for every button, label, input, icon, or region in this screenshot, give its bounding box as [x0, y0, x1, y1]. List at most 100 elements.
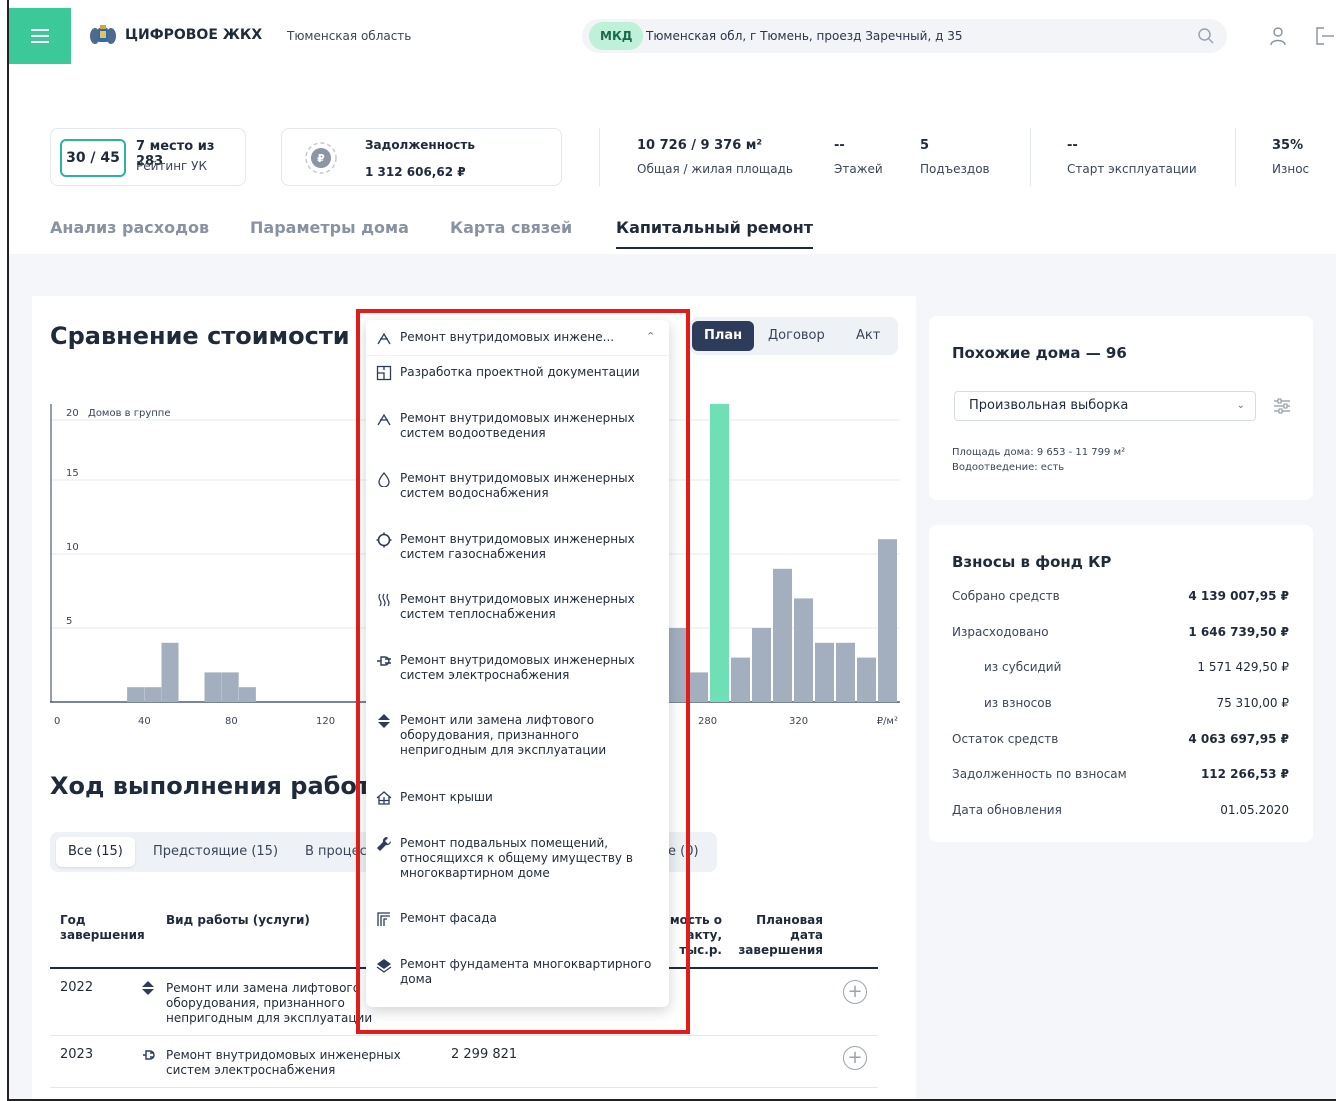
stat-entrances-value: 5 [920, 138, 930, 153]
mode-act[interactable]: Акт [844, 321, 892, 351]
histogram-bar[interactable] [204, 672, 222, 702]
debt-card[interactable]: ₽ Задолженность 1 312 606,62 ₽ [281, 128, 562, 186]
expand-row-button[interactable]: + [843, 1046, 867, 1070]
tab-house-parameters[interactable]: Параметры дома [250, 218, 409, 237]
histogram-bar[interactable] [773, 568, 792, 702]
stat-floors: -- Этажей [834, 138, 883, 176]
tab-expense-analysis[interactable]: Анализ расходов [50, 218, 209, 237]
work-type-selected: Ремонт внутридомовых инжене... [400, 330, 615, 344]
water-drop-icon [378, 471, 390, 487]
histogram-bar[interactable] [878, 539, 897, 702]
foundation-layers-icon [376, 959, 392, 973]
cost-mode-switch: План Договор Акт [690, 317, 898, 355]
debt-title: Задолженность [365, 138, 475, 152]
menu-button[interactable] [9, 8, 71, 64]
logout-icon[interactable] [1314, 26, 1336, 46]
histogram-bar[interactable] [752, 628, 771, 702]
stat-start: -- Старт эксплуатации [1067, 138, 1197, 176]
mode-plan[interactable]: План [692, 321, 755, 351]
chart-ytick-label: 20 [66, 408, 79, 419]
fund-balance-value: 4 063 697,95 ₽ [1188, 732, 1289, 746]
dd-option-electricity[interactable]: Ремонт внутридомовых инженерных систем э… [366, 653, 669, 685]
brand-name[interactable]: ЦИФРОВОЕ ЖКХ [125, 27, 262, 43]
table-row-line [50, 1035, 878, 1036]
fund-subsidies-value: 1 571 429,50 ₽ [1197, 660, 1289, 674]
search-icon[interactable] [1197, 27, 1215, 45]
row-cost: 2 299 821 [451, 1047, 518, 1062]
dd-option-facade[interactable]: Ремонт фасада [366, 911, 669, 931]
user-icon[interactable] [1269, 26, 1287, 46]
expand-row-button[interactable]: + [843, 980, 867, 1004]
histogram-bar[interactable] [144, 687, 162, 702]
address-search[interactable]: МКД Тюменская обл, г Тюмень, проезд Заре… [582, 19, 1227, 53]
dd-option-project-docs[interactable]: Разработка проектной документации [366, 365, 669, 385]
histogram-bar[interactable] [731, 657, 750, 702]
dd-option-basement[interactable]: Ремонт подвальных помещений, относящихся… [366, 836, 669, 884]
histogram-bar[interactable] [815, 642, 834, 702]
histogram-bar[interactable] [161, 642, 179, 702]
chart-xtick-label: 0 [54, 716, 60, 727]
dd-option-heat-supply[interactable]: Ремонт внутридомовых инженерных систем т… [366, 592, 669, 624]
filter-settings-icon[interactable] [1273, 398, 1291, 414]
fund-spent-label: Израсходовано [952, 625, 1049, 639]
dd-option-water-supply[interactable]: Ремонт внутридомовых инженерных систем в… [366, 471, 669, 503]
col-planned-date[interactable]: Плановая дата завершения [733, 913, 823, 958]
facade-icon [377, 912, 390, 926]
sample-select[interactable]: Произвольная выборка ⌄ [954, 391, 1256, 421]
col-cost-act[interactable]: имость о акту, тыс.р. [660, 913, 722, 958]
work-type-select[interactable]: Ремонт внутридомовых инжене... ⌃ [366, 320, 669, 356]
col-year[interactable]: Год завершения [60, 913, 150, 943]
progress-title: Ход выполнения работ [50, 772, 371, 800]
work-type-dropdown: Ремонт внутридомовых инжене... ⌃ Разрабо… [366, 320, 669, 1007]
mode-contract[interactable]: Договор [756, 321, 837, 351]
filter-upcoming[interactable]: Предстоящие (15) [141, 837, 290, 867]
dd-option-label: Ремонт или замена лифтового оборудования… [400, 713, 607, 757]
chart-ylabel: Домов в группе [88, 408, 171, 419]
dd-option-roof[interactable]: Ремонт крыши [366, 790, 669, 810]
fund-collected-label: Собрано средств [952, 589, 1060, 603]
stat-wear-value: 35% [1272, 138, 1304, 153]
stat-wear: 35% Износ [1272, 138, 1309, 176]
fund-updated-label: Дата обновления [952, 803, 1062, 817]
tab-capital-repair[interactable]: Капитальный ремонт [616, 218, 814, 249]
filter-all[interactable]: Все (15) [56, 837, 135, 867]
rating-card[interactable]: 30 / 45 7 место из 283 Рейтинг УК [50, 128, 246, 186]
row-work: Ремонт внутридомовых инженерных систем э… [166, 1048, 401, 1077]
roof-house-icon [376, 791, 392, 805]
drainage-icon [377, 413, 391, 426]
stats-divider [599, 128, 600, 186]
histogram-bar[interactable] [689, 672, 708, 702]
histogram-bar[interactable] [668, 628, 687, 702]
stat-entrances-label: Подъездов [920, 162, 990, 176]
region-label[interactable]: Тюменская область [287, 29, 411, 43]
coat-of-arms-icon [90, 25, 116, 44]
dd-option-label: Ремонт внутридомовых инженерных систем в… [400, 411, 635, 440]
row-year: 2022 [60, 980, 94, 995]
col-work[interactable]: Вид работы (услуги) [166, 913, 310, 928]
dd-option-elevator[interactable]: Ремонт или замена лифтового оборудования… [366, 713, 669, 761]
wrench-icon [377, 836, 392, 851]
tab-relations-map[interactable]: Карта связей [450, 218, 572, 237]
row-year: 2023 [60, 1047, 94, 1062]
debt-value: 1 312 606,62 ₽ [365, 165, 466, 179]
histogram-bar[interactable] [794, 598, 813, 702]
address-text: Тюменская обл, г Тюмень, проезд Заречный… [646, 29, 963, 43]
svg-text:₽: ₽ [317, 152, 325, 165]
dd-option-drainage[interactable]: Ремонт внутридомовых инженерных систем в… [366, 411, 669, 443]
histogram-bar[interactable] [127, 687, 145, 702]
rating-score: 30 / 45 [60, 139, 126, 177]
heat-waves-icon [378, 593, 390, 607]
chevron-down-icon: ⌄ [1236, 400, 1245, 411]
histogram-bar[interactable] [221, 672, 239, 702]
elevator-icon [142, 981, 154, 995]
electric-plug-icon [377, 656, 391, 666]
stat-start-value: -- [1067, 138, 1078, 153]
histogram-bar-current[interactable] [710, 404, 729, 702]
chart-xtick-label: 320 [789, 716, 808, 727]
dd-option-foundation[interactable]: Ремонт фундамента многоквартирного дома [366, 957, 669, 989]
histogram-bar[interactable] [238, 687, 256, 702]
dd-option-gas-supply[interactable]: Ремонт внутридомовых инженерных систем г… [366, 532, 669, 564]
histogram-bar[interactable] [857, 657, 876, 702]
histogram-bar[interactable] [836, 642, 855, 702]
dd-option-label: Разработка проектной документации [400, 365, 640, 379]
